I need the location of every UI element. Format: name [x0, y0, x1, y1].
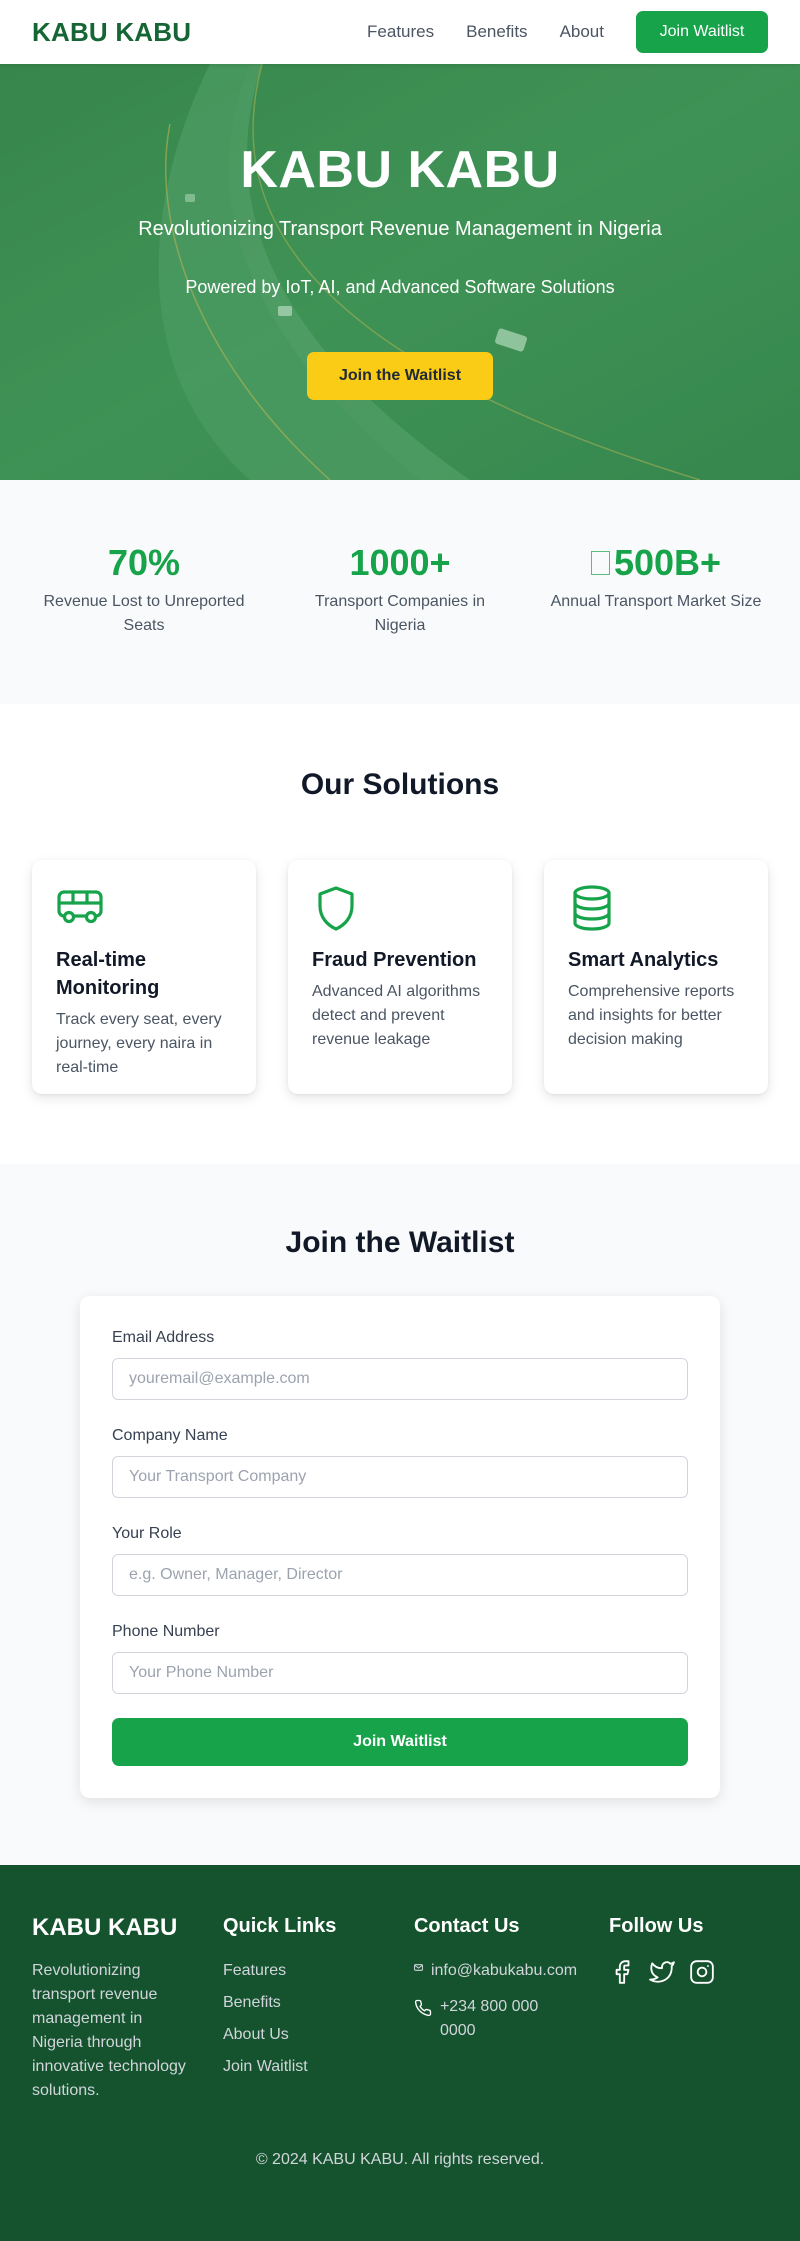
database-icon	[573, 885, 611, 931]
join-the-waitlist-hero-button[interactable]: Join the Waitlist	[307, 352, 493, 400]
footer-follow: Follow Us	[609, 1913, 768, 2151]
stat-value: 1000+	[349, 542, 451, 583]
nav-links: Features Benefits About Join Waitlist	[335, 11, 768, 53]
solution-card-description: Comprehensive reports and insights for b…	[568, 983, 735, 1048]
waitlist-title: Join the Waitlist	[285, 1226, 515, 1259]
shield-icon	[318, 886, 354, 931]
footer-link-benefits[interactable]: Benefits	[223, 1991, 382, 2015]
waitlist-form: Email Address Company Name Your Role Pho…	[80, 1296, 720, 1798]
email-label: Email Address	[112, 1329, 215, 1346]
nav-link-about[interactable]: About	[560, 22, 604, 42]
stat-value-text: 500B+	[613, 542, 722, 583]
join-waitlist-submit-button[interactable]: Join Waitlist	[112, 1718, 688, 1766]
footer-contact: Contact Us info@kabukabu.com +234 800 00…	[414, 1913, 577, 2151]
phone-label: Phone Number	[112, 1623, 220, 1640]
solution-card-description: Advanced AI algorithms detect and preven…	[312, 983, 481, 1048]
form-field-company: Company Name	[112, 1426, 688, 1498]
contact-email[interactable]: info@kabukabu.com	[431, 1959, 577, 1983]
role-field[interactable]	[112, 1554, 688, 1596]
footer: KABU KABU Revolutionizing transport reve…	[0, 1865, 800, 2241]
nav-link-benefits[interactable]: Benefits	[466, 22, 527, 42]
company-name-field[interactable]	[112, 1456, 688, 1498]
solution-card-monitoring: Real-time Monitoring Track every seat, e…	[32, 860, 256, 1094]
quick-links-list: Features Benefits About Us Join Waitlist	[223, 1959, 382, 2079]
solution-card-title: Fraud Prevention	[312, 949, 477, 971]
twitter-icon[interactable]	[649, 1959, 675, 1985]
solution-card-title: Smart Analytics	[568, 949, 719, 971]
form-field-role: Your Role	[112, 1524, 688, 1596]
contact-email-row: info@kabukabu.com	[413, 1959, 577, 1983]
hero-title: KABU KABU	[240, 141, 560, 199]
form-field-phone: Phone Number	[112, 1622, 688, 1694]
footer-logo: KABU KABU	[32, 1914, 178, 1941]
logo[interactable]: KABU KABU	[32, 17, 191, 48]
solution-cards: Real-time Monitoring Track every seat, e…	[32, 860, 768, 1094]
nav-link-features[interactable]: Features	[367, 22, 434, 42]
contact-phone[interactable]: +234 800 000 0000	[440, 1995, 577, 2043]
email-field[interactable]	[112, 1358, 688, 1400]
contact-phone-row: +234 800 000 0000	[414, 1995, 577, 2043]
solutions-section: Our Solutions Real-time Monitoring Track…	[0, 704, 800, 1164]
footer-brand: KABU KABU Revolutionizing transport reve…	[32, 1913, 191, 2151]
waitlist-section: Join the Waitlist Email Address Company …	[0, 1164, 800, 1865]
follow-heading: Follow Us	[609, 1915, 704, 1937]
missing-currency-glyph-icon	[590, 551, 610, 575]
hero-content: KABU KABU Revolutionizing Transport Reve…	[0, 64, 800, 400]
phone-number-field[interactable]	[112, 1652, 688, 1694]
solution-card-title: Real-time Monitoring	[56, 949, 160, 999]
bus-icon	[57, 890, 103, 924]
join-waitlist-nav-button[interactable]: Join Waitlist	[636, 11, 768, 53]
footer-link-features[interactable]: Features	[223, 1959, 382, 1983]
stat-item: 70% Revenue Lost to Unreported Seats	[32, 542, 256, 704]
stat-item: 500B+ Annual Transport Market Size	[544, 542, 768, 704]
solutions-title: Our Solutions	[300, 768, 500, 801]
form-field-email: Email Address	[112, 1328, 688, 1400]
phone-icon	[414, 1999, 432, 2017]
solution-card-description: Track every seat, every journey, every n…	[56, 1011, 222, 1076]
footer-link-about-us[interactable]: About Us	[223, 2023, 382, 2047]
stat-item: 1000+ Transport Companies in Nigeria	[288, 542, 512, 704]
hero-tagline: Powered by IoT, AI, and Advanced Softwar…	[185, 277, 615, 297]
footer-columns: KABU KABU Revolutionizing transport reve…	[32, 1865, 768, 2151]
mail-icon	[413, 1964, 423, 1971]
copyright-text: © 2024 KABU KABU. All rights reserved.	[255, 2151, 545, 2168]
social-links	[609, 1959, 768, 1985]
hero-subtitle: Revolutionizing Transport Revenue Manage…	[138, 218, 662, 240]
stat-label: Annual Transport Market Size	[550, 593, 762, 610]
stat-label: Transport Companies in Nigeria	[314, 593, 486, 634]
hero-section: KABU KABU Revolutionizing Transport Reve…	[0, 64, 800, 480]
contact-details: info@kabukabu.com +234 800 000 0000	[413, 1959, 577, 2043]
footer-quick-links: Quick Links Features Benefits About Us J…	[223, 1913, 382, 2151]
footer-link-join-waitlist[interactable]: Join Waitlist	[223, 2055, 382, 2079]
top-navbar: KABU KABU Features Benefits About Join W…	[0, 0, 800, 64]
company-label: Company Name	[112, 1427, 228, 1444]
solution-card-fraud: Fraud Prevention Advanced AI algorithms …	[288, 860, 512, 1094]
stats-section: 70% Revenue Lost to Unreported Seats 100…	[0, 480, 800, 704]
footer-about-text: Revolutionizing transport revenue manage…	[32, 1962, 186, 2099]
quick-links-heading: Quick Links	[222, 1915, 337, 1937]
solution-card-analytics: Smart Analytics Comprehensive reports an…	[544, 860, 768, 1094]
role-label: Your Role	[112, 1525, 182, 1542]
contact-heading: Contact Us	[413, 1915, 520, 1937]
stat-value-market-size: 500B+	[590, 542, 722, 584]
stat-label: Revenue Lost to Unreported Seats	[43, 593, 245, 634]
instagram-icon[interactable]	[689, 1959, 715, 1985]
stat-value: 70%	[107, 542, 181, 583]
facebook-icon[interactable]	[609, 1959, 635, 1985]
